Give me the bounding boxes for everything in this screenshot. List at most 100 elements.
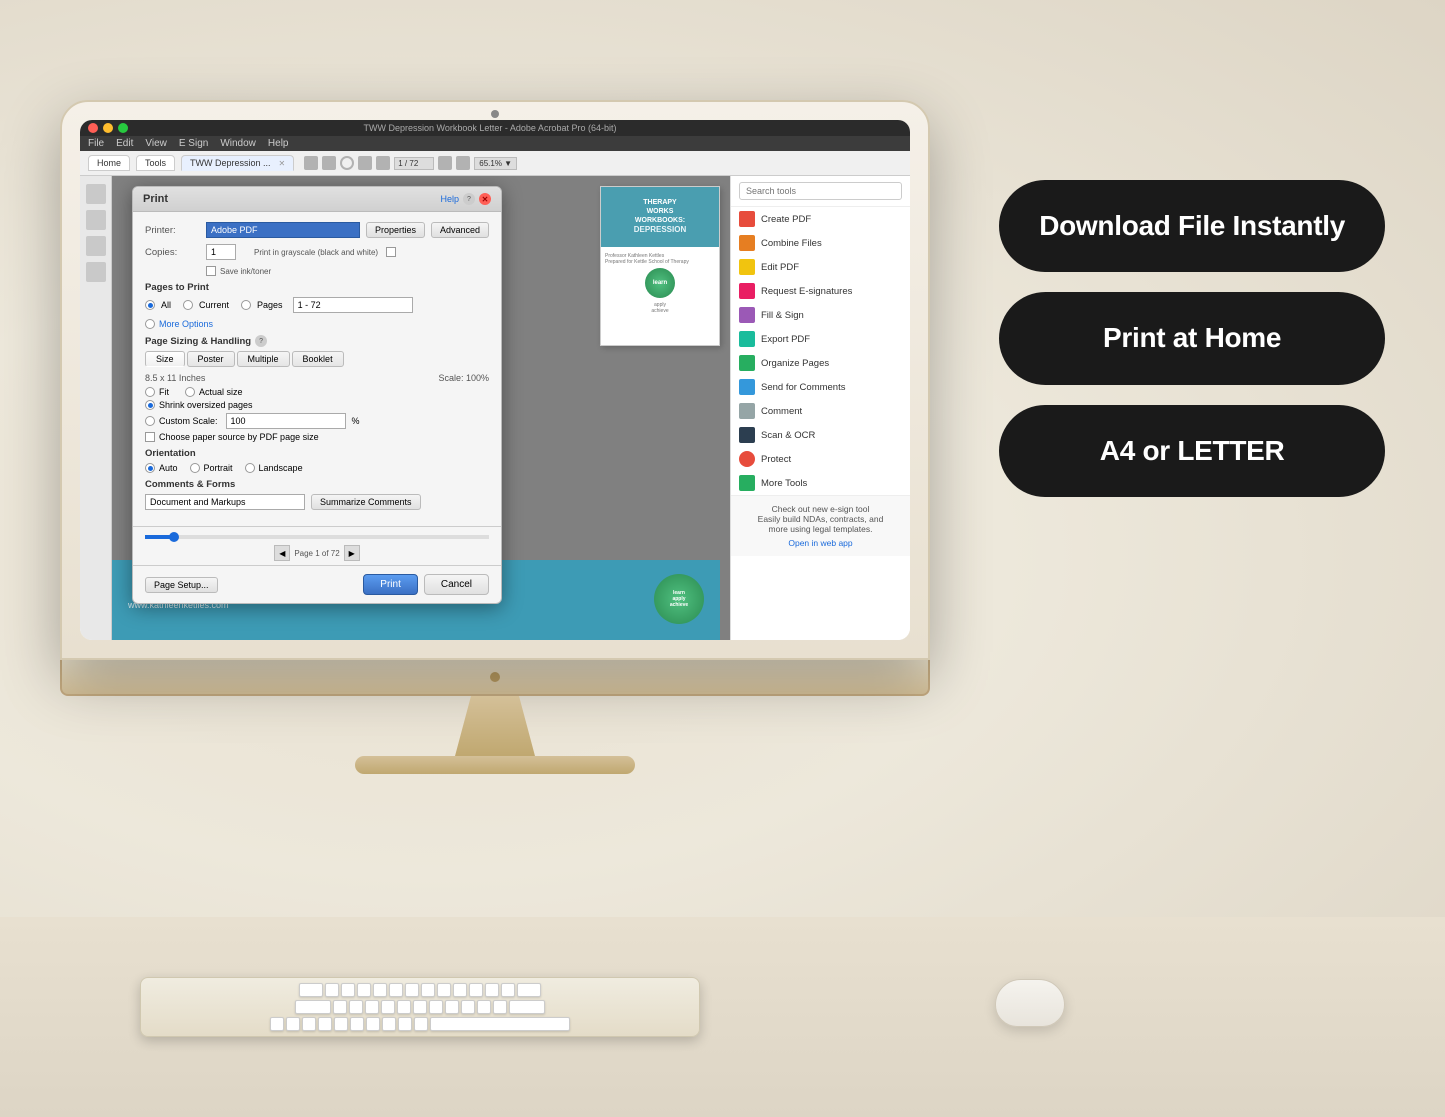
edit-pdf-label: Edit PDF — [761, 262, 799, 273]
poster-tab[interactable]: Poster — [187, 351, 235, 367]
tab-document[interactable]: TWW Depression ... ✕ — [181, 155, 294, 171]
tool-comment[interactable]: Comment — [731, 399, 910, 423]
radio-portrait[interactable] — [190, 463, 200, 473]
maximize-btn[interactable] — [118, 123, 128, 133]
tab-tools[interactable]: Tools — [136, 155, 175, 171]
radio-pages[interactable] — [241, 300, 251, 310]
page-info: Page 1 of 72 — [294, 549, 339, 558]
radio-auto[interactable] — [145, 463, 155, 473]
radio-custom[interactable] — [145, 416, 155, 426]
grayscale-checkbox[interactable] — [386, 247, 396, 257]
properties-btn[interactable]: Properties — [366, 222, 425, 238]
cancel-btn[interactable]: Cancel — [424, 574, 489, 595]
tool-edit-pdf[interactable]: Edit PDF — [731, 255, 910, 279]
progress-thumb[interactable] — [169, 532, 179, 542]
page-setup-btn[interactable]: Page Setup... — [145, 577, 218, 593]
tool-scan-ocr[interactable]: Scan & OCR — [731, 423, 910, 447]
multiple-tab[interactable]: Multiple — [237, 351, 290, 367]
zoom-level[interactable]: 65.1% ▼ — [474, 157, 517, 170]
tool-send-comments[interactable]: Send for Comments — [731, 375, 910, 399]
ink-checkbox[interactable] — [206, 266, 216, 276]
search-icon[interactable] — [376, 156, 390, 170]
tool-more-tools[interactable]: More Tools — [731, 471, 910, 495]
ink-row: Save ink/toner — [206, 266, 489, 276]
fill-sign-label: Fill & Sign — [761, 310, 804, 321]
radio-all[interactable] — [145, 300, 155, 310]
nav-icon-2[interactable] — [86, 210, 106, 230]
key-t — [389, 983, 403, 997]
tool-protect[interactable]: Protect — [731, 447, 910, 471]
tool-organize-pages[interactable]: Organize Pages — [731, 351, 910, 375]
printer-select[interactable]: Adobe PDF — [206, 222, 360, 238]
print-icon[interactable] — [358, 156, 372, 170]
custom-scale-label: Custom Scale: — [159, 416, 218, 426]
stand-base — [355, 756, 635, 774]
radio-landscape[interactable] — [245, 463, 255, 473]
right-panel: Create PDF Combine Files Edit PDF R — [730, 176, 910, 640]
pdf-preview-header: THERAPYWORKSWORKBOOKS: DEPRESSION — [601, 187, 719, 247]
nav-icon-4[interactable] — [86, 262, 106, 282]
dialog-help-link[interactable]: Help — [440, 194, 459, 204]
menu-file[interactable]: File — [88, 138, 104, 149]
more-tools-icon — [739, 475, 755, 491]
help-icon[interactable]: ? — [463, 193, 475, 205]
more-options-link[interactable]: More Options — [159, 319, 213, 329]
nav-icon-1[interactable] — [86, 184, 106, 204]
tool-export-pdf[interactable]: Export PDF — [731, 327, 910, 351]
tool-fill-sign[interactable]: Fill & Sign — [731, 303, 910, 327]
dialog-close-btn[interactable]: ✕ — [479, 193, 491, 205]
home-icon[interactable] — [340, 156, 354, 170]
tab-home-label: Home — [97, 158, 121, 168]
paper-source-checkbox[interactable] — [145, 432, 155, 442]
pages-range-input[interactable]: 1 - 72 — [293, 297, 413, 313]
radio-actual[interactable] — [185, 387, 195, 397]
tool-combine-files[interactable]: Combine Files — [731, 231, 910, 255]
key-quote — [493, 1000, 507, 1014]
close-btn[interactable] — [88, 123, 98, 133]
forward-icon[interactable] — [322, 156, 336, 170]
sizing-help-icon[interactable]: ? — [255, 335, 267, 347]
tools-search-input[interactable] — [739, 182, 902, 200]
copies-row: Copies: 1 Print in grayscale (black and … — [145, 244, 489, 260]
size-tab[interactable]: Size — [145, 351, 185, 367]
radio-fit[interactable] — [145, 387, 155, 397]
acrobat-titlebar: TWW Depression Workbook Letter - Adobe A… — [80, 120, 910, 136]
key-tab — [299, 983, 323, 997]
radio-current[interactable] — [183, 300, 193, 310]
menu-help[interactable]: Help — [268, 138, 289, 149]
advanced-btn[interactable]: Advanced — [431, 222, 489, 238]
menu-edit[interactable]: Edit — [116, 138, 133, 149]
cursor-icon[interactable] — [438, 156, 452, 170]
tool-request-esig[interactable]: Request E-signatures — [731, 279, 910, 303]
radio-shrink[interactable] — [145, 400, 155, 410]
promo-link[interactable]: Open in web app — [739, 538, 902, 548]
menu-window[interactable]: Window — [220, 138, 256, 149]
dialog-body: Printer: Adobe PDF Properties Advanced C… — [133, 212, 501, 526]
page-input[interactable]: 1 / 72 — [394, 157, 434, 170]
dialog-title: Print — [143, 193, 168, 205]
size-text: 8.5 x 11 Inches — [145, 373, 205, 383]
back-icon[interactable] — [304, 156, 318, 170]
summarize-btn[interactable]: Summarize Comments — [311, 494, 421, 510]
mouse — [995, 979, 1065, 1027]
custom-scale-input[interactable]: 100 — [226, 413, 346, 429]
prev-page-btn[interactable]: ◀ — [274, 545, 290, 561]
tab-close-icon[interactable]: ✕ — [279, 159, 286, 168]
tool-create-pdf[interactable]: Create PDF — [731, 207, 910, 231]
minimize-btn[interactable] — [103, 123, 113, 133]
radio-more[interactable] — [145, 319, 155, 329]
comments-select[interactable]: Document and Markups — [145, 494, 305, 510]
hand-icon[interactable] — [456, 156, 470, 170]
badge-download: Download File Instantly — [999, 180, 1385, 272]
next-page-btn[interactable]: ▶ — [344, 545, 360, 561]
key-slash — [414, 1017, 428, 1031]
booklet-tab[interactable]: Booklet — [292, 351, 344, 367]
copies-input[interactable]: 1 — [206, 244, 236, 260]
menu-view[interactable]: View — [145, 138, 167, 149]
menu-esign[interactable]: E Sign — [179, 138, 208, 149]
fit-label: Fit — [159, 387, 169, 397]
print-btn[interactable]: Print — [363, 574, 418, 595]
pdf-footer-text: applyachieve — [605, 302, 715, 314]
tab-home[interactable]: Home — [88, 155, 130, 171]
nav-icon-3[interactable] — [86, 236, 106, 256]
